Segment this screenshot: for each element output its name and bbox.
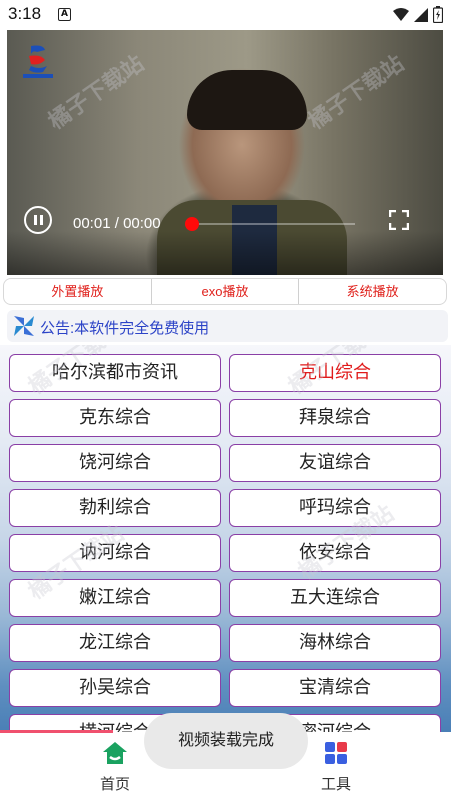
channel-logo-icon <box>23 45 53 78</box>
status-icons <box>393 6 443 23</box>
channel-button[interactable]: 龙江综合 <box>9 624 221 662</box>
pause-button[interactable] <box>24 206 52 234</box>
channel-button[interactable]: 讷河综合 <box>9 534 221 572</box>
home-icon <box>103 742 127 764</box>
wifi-icon <box>393 7 409 21</box>
toast-message: 视频装载完成 <box>144 713 308 769</box>
current-time: 00:01 <box>73 215 111 232</box>
notice-bar: 公告:本软件完全免费使用 <box>7 310 448 342</box>
video-player[interactable] <box>7 30 443 275</box>
channel-button[interactable]: 海林综合 <box>229 624 441 662</box>
nav-home-label: 首页 <box>99 776 130 793</box>
channel-button[interactable]: 友谊综合 <box>229 444 441 482</box>
channel-list[interactable]: 哈尔滨都市资讯 克山综合 克东综合 拜泉综合 饶河综合 友谊综合 勃利综合 呼玛综合 讷河综合依… <box>0 345 451 732</box>
status-bar: 3:18 A <box>0 0 451 30</box>
channel-button[interactable]: 拜泉综合 <box>229 399 441 437</box>
channel-button[interactable]: 孙吴综合 <box>9 669 221 707</box>
channel-button[interactable]: 五大连综合 <box>229 579 441 617</box>
video-timecode: 00:01 / 00:00 <box>73 215 161 232</box>
nav-tools[interactable]: 工具 <box>296 741 376 794</box>
seek-thumb[interactable] <box>185 217 199 231</box>
channel-grid: 哈尔滨都市资讯 克山综合 克东综合 拜泉综合 饶河综合 友谊综合 勃利综合 呼玛综合 讷河综合依… <box>9 354 442 732</box>
seek-bar[interactable] <box>185 217 355 231</box>
fullscreen-icon[interactable] <box>389 210 409 230</box>
status-time: 3:18 <box>8 4 42 23</box>
notice-text: 公告:本软件完全免费使用 <box>40 320 210 337</box>
tab-exo-player[interactable]: exo播放 <box>152 279 300 304</box>
tab-system-player[interactable]: 系统播放 <box>299 279 446 304</box>
channel-button[interactable]: 嫩江综合 <box>9 579 221 617</box>
channel-button[interactable]: 呼玛综合 <box>229 489 441 527</box>
nav-tools-label: 工具 <box>320 776 351 793</box>
channel-button[interactable]: 宝清综合 <box>229 669 441 707</box>
windmill-icon <box>14 316 34 336</box>
channel-button[interactable]: 克东综合 <box>9 399 221 437</box>
nav-home[interactable]: 首页 <box>75 741 155 794</box>
channel-button[interactable]: 勃利综合 <box>9 489 221 527</box>
duration: 00:00 <box>123 215 161 232</box>
notification-a-icon: A <box>58 8 71 21</box>
channel-button[interactable]: 依安综合 <box>229 534 441 572</box>
channel-button[interactable]: 饶河综合 <box>9 444 221 482</box>
channel-button[interactable]: 哈尔滨都市资讯 <box>9 354 221 392</box>
battery-icon <box>433 6 443 23</box>
tab-external-player[interactable]: 外置播放 <box>4 279 152 304</box>
time-separator: / <box>114 215 119 232</box>
channel-button[interactable]: 克山综合 <box>229 354 441 392</box>
tools-icon <box>325 742 347 764</box>
signal-icon <box>414 7 428 22</box>
player-mode-tabs: 外置播放 exo播放 系统播放 <box>3 278 447 305</box>
